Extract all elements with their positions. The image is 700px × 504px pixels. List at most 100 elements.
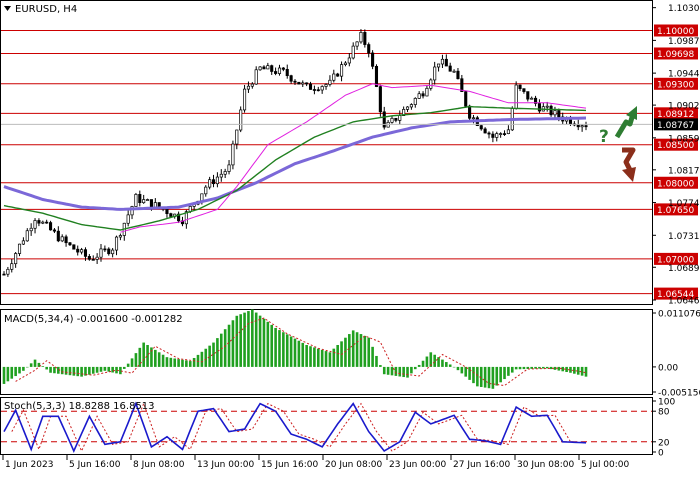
macd-bar — [584, 366, 588, 377]
candle-body — [246, 85, 250, 90]
candle-body — [281, 67, 285, 70]
candle-body — [371, 52, 375, 67]
candle-body — [270, 65, 274, 72]
symbol-header[interactable]: EURUSD, H4 — [4, 4, 77, 15]
macd-bar — [460, 366, 464, 374]
macd-bar — [60, 366, 64, 375]
candle-body — [223, 171, 227, 175]
chart-window[interactable]: 1.10000 1.09698 1.09300 1.08912 1.08500 1.080… — [0, 0, 700, 500]
level-tag-label: 1.09698 — [657, 50, 694, 60]
macd-bar — [464, 366, 468, 377]
candle-body — [491, 133, 495, 138]
macd-bar — [188, 361, 192, 367]
candle-body — [584, 125, 588, 128]
candle-body — [526, 91, 530, 100]
macd-tick-label: 0.011076 — [658, 310, 700, 320]
macd-bar — [320, 349, 324, 367]
macd-bar — [169, 357, 173, 367]
macd-bar — [367, 337, 371, 367]
macd-bar — [394, 366, 398, 376]
macd-bar — [247, 311, 250, 367]
chart-svg[interactable]: 1.100001.096981.093001.089121.085001.080… — [0, 0, 700, 500]
candle-body — [126, 214, 130, 224]
macd-bar — [14, 366, 17, 377]
macd-bar — [185, 360, 188, 367]
macd-bar — [398, 366, 402, 377]
candle-body — [328, 79, 332, 85]
macd-bar — [138, 347, 142, 367]
macd-bar — [95, 366, 99, 373]
time-tick-label: 5 Jul 00:00 — [581, 460, 630, 470]
macd-bar — [487, 366, 491, 389]
price-tick-label: 1.08170 — [668, 166, 700, 176]
candle-body — [471, 117, 476, 120]
macd-bar — [200, 351, 204, 367]
candle-body — [479, 125, 483, 130]
candle-body — [17, 243, 22, 254]
candle-body — [134, 194, 138, 207]
macd-bar — [80, 366, 83, 377]
macd-bar — [157, 352, 161, 367]
candle-body — [285, 68, 289, 77]
candle-body — [91, 258, 95, 261]
time-tick-label: 13 Jun 00:00 — [197, 460, 254, 470]
time-tick-label: 20 Jun 08:00 — [325, 460, 382, 470]
candle-body — [316, 89, 320, 92]
macd-bar — [309, 346, 312, 367]
candle-body — [235, 129, 239, 145]
candle-body — [421, 93, 425, 97]
candle-body — [33, 220, 37, 229]
macd-bar — [99, 366, 103, 372]
candle-body — [537, 103, 541, 112]
candle-body — [417, 93, 421, 99]
price-tick-label: 1.09020 — [668, 102, 700, 112]
macd-bar — [410, 366, 413, 374]
macd-bar — [68, 366, 72, 376]
macd-bar — [448, 364, 452, 367]
macd-bar — [371, 346, 374, 367]
candle-body — [103, 248, 107, 251]
macd-bar — [472, 366, 475, 384]
candle-body — [468, 105, 472, 119]
macd-bar — [510, 366, 514, 373]
candle-body — [390, 117, 394, 123]
macd-bar — [433, 354, 436, 367]
candle-body — [320, 86, 324, 91]
macd-bar — [266, 321, 270, 367]
macd-bar — [177, 359, 180, 367]
candle-body — [2, 273, 6, 276]
macd-bar — [239, 314, 242, 367]
candle-body — [413, 98, 417, 105]
candle-body — [502, 133, 507, 135]
candle-body — [138, 194, 142, 204]
price-tick-label: 1.07740 — [668, 199, 700, 209]
macd-bar — [557, 366, 561, 371]
candle-body — [243, 88, 247, 111]
candle-body — [448, 65, 452, 72]
candle-body — [14, 253, 18, 265]
candle-body — [49, 222, 53, 231]
candle-body — [374, 65, 379, 87]
candle-body — [99, 248, 103, 258]
macd-bar — [126, 363, 130, 367]
macd-bar — [336, 345, 339, 367]
candle-body — [324, 84, 328, 87]
macd-bar — [522, 366, 526, 370]
candle-body — [149, 199, 153, 209]
price-tick-label: 1.08590 — [668, 134, 700, 144]
symbol-label: EURUSD, H4 — [15, 4, 77, 15]
candle-body — [367, 44, 371, 54]
candle-body — [456, 70, 460, 80]
candle-body — [425, 87, 429, 97]
candle-body — [107, 248, 111, 255]
macd-bar — [216, 338, 219, 367]
macd-bar — [10, 366, 14, 379]
candle-body — [219, 173, 223, 178]
time-tick-label: 8 Jun 08:00 — [133, 460, 185, 470]
price-tick-label: 1.06890 — [668, 264, 700, 274]
macd-bar — [161, 354, 165, 367]
macd-bar — [301, 342, 305, 367]
candle-body — [37, 220, 41, 224]
candle-body — [580, 125, 584, 128]
candle-body — [297, 81, 301, 85]
